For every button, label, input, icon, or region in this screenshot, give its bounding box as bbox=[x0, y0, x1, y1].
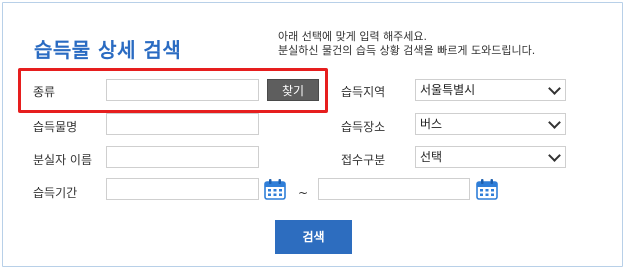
place-select[interactable]: 버스 bbox=[415, 113, 566, 135]
start-date-input[interactable] bbox=[106, 178, 259, 200]
period-separator: ~ bbox=[298, 186, 309, 200]
page-title: 습득물 상세 검색 bbox=[34, 38, 182, 62]
item-name-label: 습득물명 bbox=[33, 120, 78, 134]
place-select-value: 버스 bbox=[420, 117, 443, 131]
region-label: 습득지역 bbox=[341, 85, 386, 99]
receipt-type-label: 접수구분 bbox=[341, 153, 386, 167]
chevron-down-icon bbox=[548, 116, 561, 129]
period-label: 습득기간 bbox=[33, 186, 78, 200]
place-label: 습득장소 bbox=[341, 120, 386, 134]
receipt-type-select[interactable]: 선택 bbox=[415, 146, 566, 168]
chevron-down-icon bbox=[548, 82, 561, 95]
loser-name-label: 분실자 이름 bbox=[33, 153, 93, 167]
description-line-1: 아래 선택에 맞게 입력 해주세요. bbox=[278, 30, 428, 43]
calendar-icon[interactable] bbox=[476, 178, 498, 200]
end-date-input[interactable] bbox=[318, 178, 470, 200]
receipt-type-select-value: 선택 bbox=[420, 150, 443, 164]
chevron-down-icon bbox=[548, 149, 561, 162]
description: 아래 선택에 맞게 입력 해주세요. 분실하신 물건의 습득 상황 검색을 빠르… bbox=[278, 30, 535, 58]
loser-name-input[interactable] bbox=[106, 146, 259, 168]
description-line-2: 분실하신 물건의 습득 상황 검색을 빠르게 도와드립니다. bbox=[278, 44, 536, 57]
highlight-box bbox=[18, 68, 328, 113]
calendar-icon[interactable] bbox=[264, 178, 286, 200]
region-select-value: 서울특별시 bbox=[420, 83, 476, 97]
region-select[interactable]: 서울특별시 bbox=[415, 79, 566, 101]
search-button[interactable]: 검색 bbox=[275, 220, 352, 254]
item-name-input[interactable] bbox=[106, 113, 259, 135]
